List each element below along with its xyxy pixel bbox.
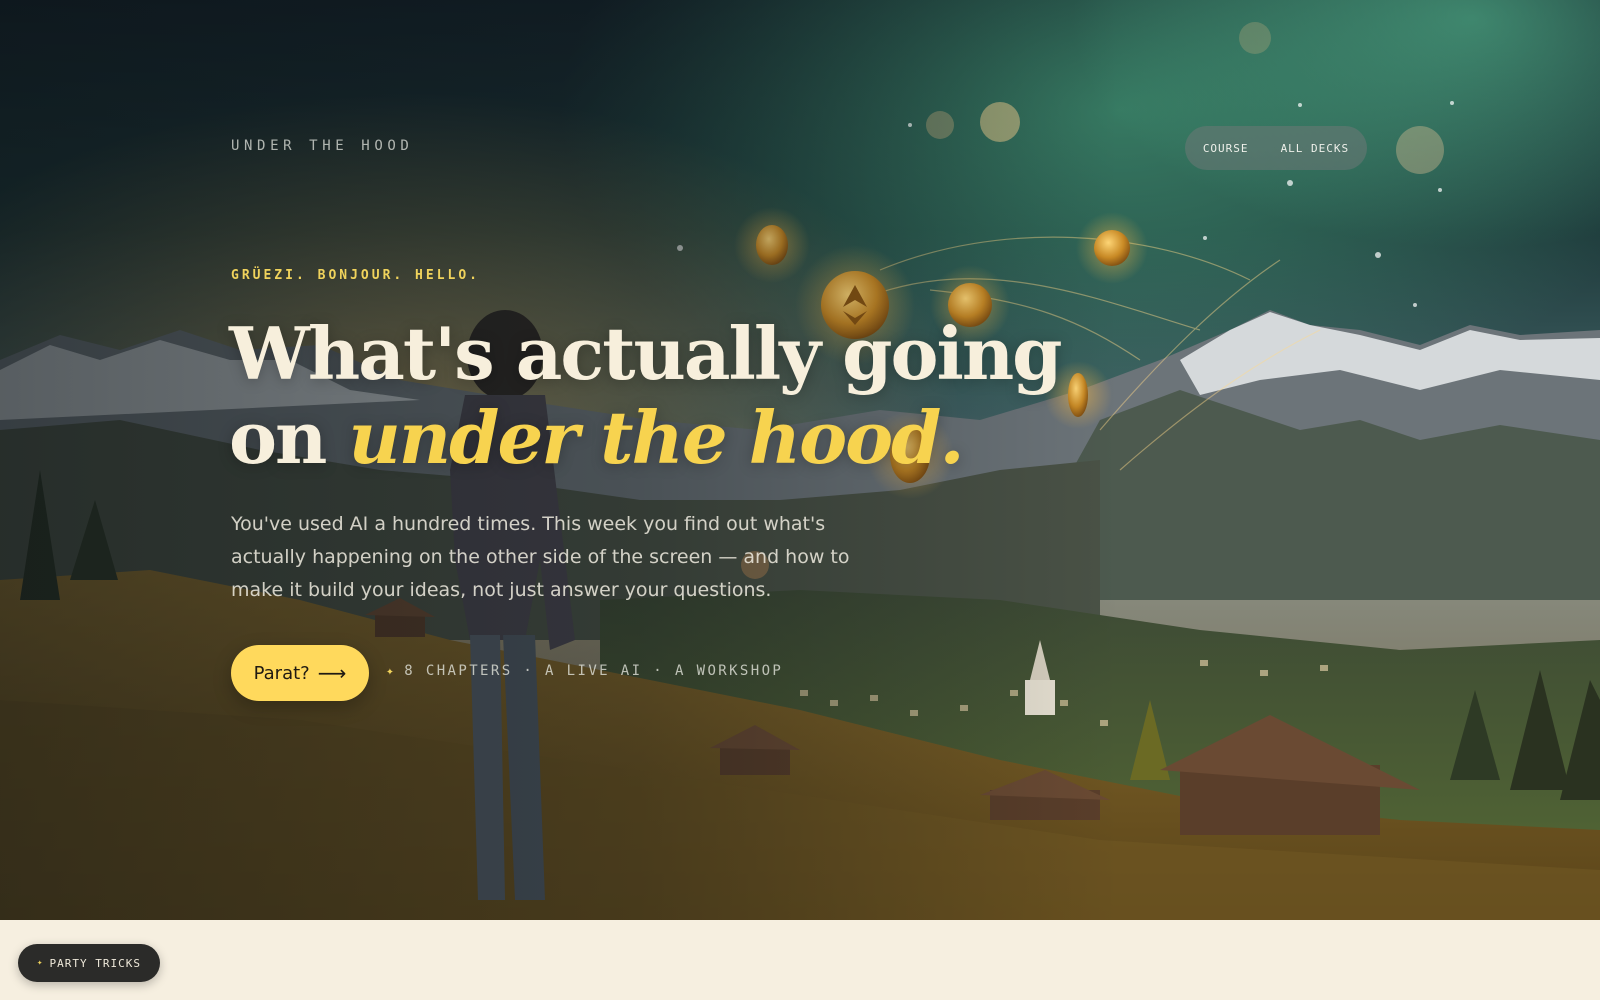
sparkle-icon: ✦ [37, 958, 44, 968]
party-tricks-label: PARTY TRICKS [49, 956, 141, 970]
start-cta-button[interactable]: Parat? ⟶ [231, 645, 369, 701]
top-nav: COURSE ALL DECKS [1185, 126, 1367, 170]
hero-lede: You've used AI a hundred times. This wee… [231, 513, 850, 601]
arrow-right-icon: ⟶ [317, 661, 347, 685]
nav-link-all-decks[interactable]: ALL DECKS [1281, 142, 1350, 155]
hero-eyebrow: GRÜEZI. BONJOUR. HELLO. [231, 268, 481, 283]
headline-line-2-plain: on [229, 395, 349, 480]
course-meta-text: 8 CHAPTERS · A LIVE AI · A WORKSHOP [404, 663, 784, 679]
sparkle-icon: ✦ [386, 663, 397, 679]
hero-section: UNDER THE HOOD COURSE ALL DECKS GRÜEZI. … [0, 0, 1600, 920]
headline-accent: under the hood. [348, 395, 964, 480]
party-tricks-button[interactable]: ✦ PARTY TRICKS [18, 944, 160, 982]
nav-link-course[interactable]: COURSE [1203, 142, 1249, 155]
course-meta: ✦ 8 CHAPTERS · A LIVE AI · A WORKSHOP [386, 663, 783, 679]
brand-wordmark[interactable]: UNDER THE HOOD [231, 138, 413, 154]
cta-label: Parat? [253, 662, 310, 684]
headline-line-1: What's actually going [229, 311, 1063, 396]
hero-headline: What's actually going on under the hood. [229, 311, 1063, 480]
